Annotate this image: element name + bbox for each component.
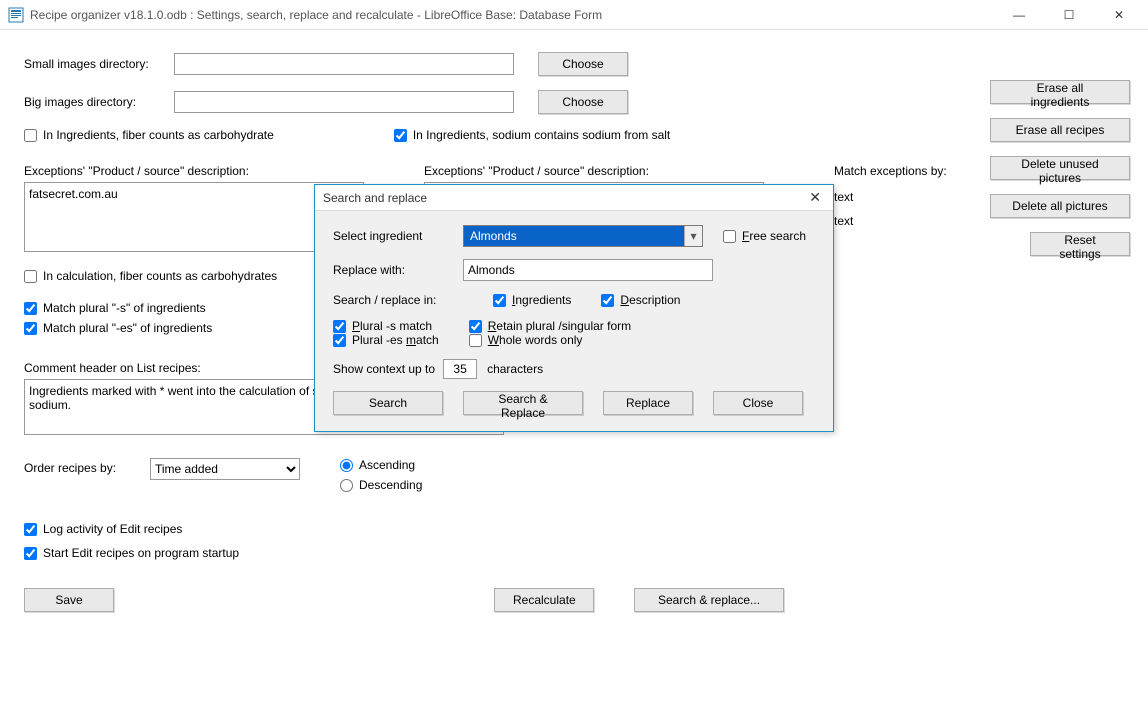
retain-plural-checkbox[interactable]: Retain plural /singular form [469, 319, 631, 333]
dialog-search-replace-button[interactable]: Search & Replace [463, 391, 583, 415]
dialog-close-icon[interactable]: ✕ [805, 189, 825, 206]
close-window-button[interactable]: ✕ [1104, 8, 1134, 22]
recalculate-button[interactable]: Recalculate [494, 588, 594, 612]
erase-recipes-button[interactable]: Erase all recipes [990, 118, 1130, 142]
big-images-input[interactable] [174, 91, 514, 113]
dialog-search-button[interactable]: Search [333, 391, 443, 415]
sodium-from-salt-checkbox[interactable]: In Ingredients, sodium contains sodium f… [394, 128, 670, 142]
order-by-select[interactable]: Time added [150, 458, 300, 480]
description-checkbox[interactable]: Description [601, 293, 680, 307]
exceptions-left-label: Exceptions' "Product / source" descripti… [24, 164, 364, 178]
titlebar: Recipe organizer v18.1.0.odb : Settings,… [0, 0, 1148, 30]
chevron-down-icon[interactable]: ▾ [684, 226, 702, 246]
dialog-close-button[interactable]: Close [713, 391, 803, 415]
small-images-input[interactable] [174, 53, 514, 75]
whole-words-checkbox[interactable]: Whole words only [469, 333, 631, 347]
window-title: Recipe organizer v18.1.0.odb : Settings,… [30, 8, 1004, 22]
choose-small-button[interactable]: Choose [538, 52, 628, 76]
replace-with-input[interactable] [463, 259, 713, 281]
search-replace-open-button[interactable]: Search & replace... [634, 588, 784, 612]
descending-radio[interactable]: Descending [340, 478, 422, 492]
select-ingredient-combo[interactable]: Almonds ▾ [463, 225, 703, 247]
order-by-label: Order recipes by: [24, 458, 150, 475]
sidebar-buttons: Erase all ingredients Erase all recipes … [990, 80, 1130, 256]
context-chars-input[interactable] [443, 359, 477, 379]
choose-big-button[interactable]: Choose [538, 90, 628, 114]
search-replace-in-label: Search / replace in: [333, 293, 463, 307]
minimize-button[interactable]: — [1004, 8, 1034, 22]
maximize-button[interactable]: ☐ [1054, 8, 1084, 22]
window-buttons: — ☐ ✕ [1004, 8, 1140, 22]
exceptions-right-label: Exceptions' "Product / source" descripti… [424, 164, 764, 178]
plural-es-checkbox[interactable]: Plural -es match [333, 333, 439, 347]
match-exceptions-label: Match exceptions by: [834, 164, 947, 178]
select-ingredient-label: Select ingredient [333, 229, 463, 243]
ingredients-checkbox[interactable]: Ingredients [493, 293, 571, 307]
search-replace-dialog: Search and replace ✕ Select ingredient A… [314, 184, 834, 432]
log-activity-checkbox[interactable]: Log activity of Edit recipes [24, 522, 1128, 536]
delete-all-pictures-button[interactable]: Delete all pictures [990, 194, 1130, 218]
ascending-radio[interactable]: Ascending [340, 458, 422, 472]
replace-with-label: Replace with: [333, 263, 463, 277]
exceptions-left-input[interactable]: fatsecret.com.au [24, 182, 364, 252]
match-option-2: text [834, 214, 947, 228]
save-button[interactable]: Save [24, 588, 114, 612]
dialog-replace-button[interactable]: Replace [603, 391, 693, 415]
context-pre-label: Show context up to [333, 362, 435, 376]
start-on-startup-checkbox[interactable]: Start Edit recipes on program startup [24, 546, 1128, 560]
big-images-label: Big images directory: [24, 95, 174, 109]
match-option-1: text [834, 190, 947, 204]
dialog-title: Search and replace [323, 191, 805, 205]
small-images-label: Small images directory: [24, 57, 174, 71]
plural-s-checkbox[interactable]: Plural -s match [333, 319, 439, 333]
context-post-label: characters [487, 362, 543, 376]
app-icon [8, 7, 24, 23]
free-search-checkbox[interactable]: Free search [723, 229, 806, 243]
reset-settings-button[interactable]: Reset settings [1030, 232, 1130, 256]
fiber-carb-ingredients-checkbox[interactable]: In Ingredients, fiber counts as carbohyd… [24, 128, 274, 142]
delete-unused-pictures-button[interactable]: Delete unused pictures [990, 156, 1130, 180]
erase-ingredients-button[interactable]: Erase all ingredients [990, 80, 1130, 104]
